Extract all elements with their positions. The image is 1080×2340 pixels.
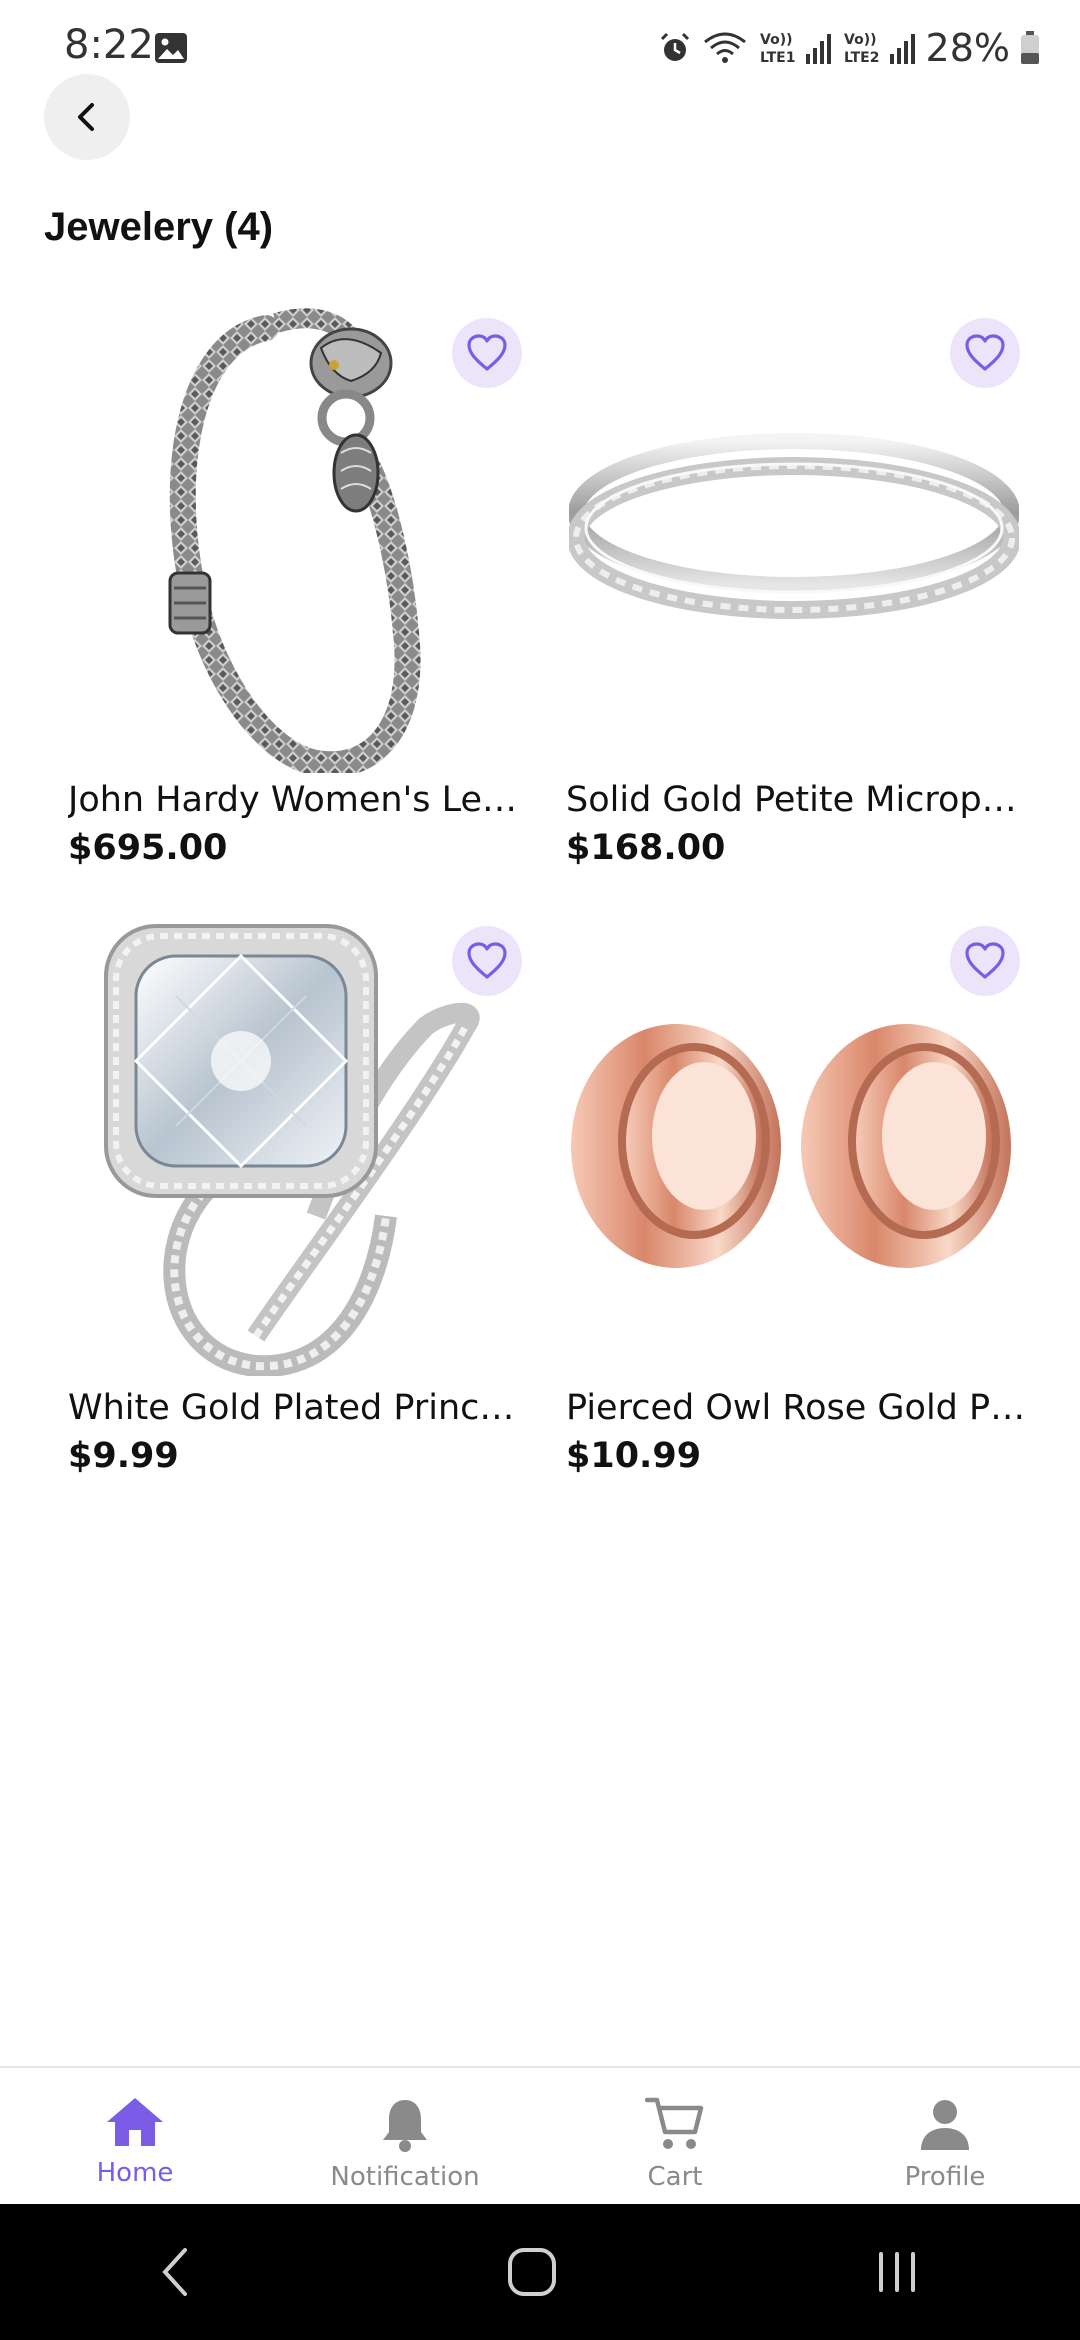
product-name[interactable]: White Gold Plated Princess	[68, 1388, 528, 1428]
alarm-icon	[660, 32, 689, 61]
nav-label-home: Home	[96, 2158, 174, 2188]
svg-text:Vo)): Vo))	[760, 32, 792, 48]
bell-icon	[383, 2100, 427, 2152]
home-icon	[107, 2098, 163, 2146]
heart-outline-icon	[965, 334, 1005, 371]
nav-item-cart[interactable]: Cart	[540, 2068, 810, 2204]
favorite-button[interactable]	[950, 318, 1020, 388]
status-time: 8:22	[64, 22, 154, 68]
product-price: $10.99	[566, 1436, 702, 1476]
person-icon	[921, 2100, 969, 2150]
product-name[interactable]: Pierced Owl Rose Gold Pla...	[566, 1388, 1026, 1428]
product-card[interactable]: Solid Gold Petite Micropave $168.00	[542, 300, 1026, 880]
product-price: $168.00	[566, 828, 726, 868]
product-card[interactable]: Pierced Owl Rose Gold Pla... $10.99	[542, 908, 1026, 1488]
volte2-signal-icon: Vo)) LTE2	[844, 32, 915, 66]
volte1-signal-icon: Vo)) LTE1	[760, 32, 831, 66]
nav-item-home[interactable]: Home	[0, 2068, 270, 2204]
nav-item-profile[interactable]: Profile	[810, 2068, 1080, 2204]
heart-outline-icon	[467, 334, 507, 371]
product-image[interactable]	[68, 300, 524, 775]
product-card[interactable]: White Gold Plated Princess $9.99	[44, 908, 528, 1488]
micropave-ring-image	[569, 432, 1019, 619]
silver-chain-bracelet-image	[168, 307, 421, 773]
image-icon	[155, 33, 187, 63]
product-name[interactable]: John Hardy Women's Lege...	[68, 780, 528, 820]
nav-label-notification: Notification	[330, 2162, 480, 2192]
favorite-button[interactable]	[950, 926, 1020, 996]
product-price: $695.00	[68, 828, 228, 868]
system-recents-icon[interactable]	[869, 2244, 925, 2300]
nav-label-profile: Profile	[904, 2162, 986, 2192]
product-image[interactable]	[68, 908, 524, 1383]
svg-text:Vo)): Vo))	[844, 32, 876, 48]
product-price: $9.99	[68, 1436, 179, 1476]
battery-percentage: 28%	[925, 26, 1010, 70]
heart-outline-icon	[467, 942, 507, 979]
favorite-button[interactable]	[452, 318, 522, 388]
wifi-icon	[703, 32, 746, 63]
nav-label-cart: Cart	[647, 2162, 703, 2192]
favorite-button[interactable]	[452, 926, 522, 996]
back-button[interactable]	[44, 74, 130, 160]
svg-text:LTE2: LTE2	[844, 50, 879, 66]
status-icons: Vo)) LTE1 Vo)) LTE2 28%	[658, 22, 1040, 74]
system-nav-bar	[0, 2204, 1080, 2340]
battery-icon	[1021, 31, 1039, 64]
svg-text:LTE1: LTE1	[760, 50, 795, 66]
chevron-left-icon	[78, 103, 94, 131]
product-image[interactable]	[566, 908, 1022, 1383]
princess-cut-ring-set-image	[104, 923, 480, 1376]
product-image[interactable]	[566, 300, 1022, 775]
system-home-icon[interactable]	[504, 2244, 560, 2300]
heart-outline-icon	[965, 942, 1005, 979]
status-bar: 8:22 Vo)) LTE1 Vo)) LTE2 28%	[0, 0, 1080, 96]
rose-gold-tunnel-plugs-image	[571, 1023, 1011, 1268]
product-name[interactable]: Solid Gold Petite Micropave	[566, 780, 1026, 820]
cart-icon	[645, 2097, 704, 2149]
product-card[interactable]: John Hardy Women's Lege... $695.00	[44, 300, 528, 880]
nav-item-notification[interactable]: Notification	[270, 2068, 540, 2204]
bottom-nav: Home Notification Cart Profile	[0, 2066, 1080, 2204]
system-back-icon[interactable]	[155, 2244, 195, 2300]
page-title: Jewelery (4)	[44, 205, 274, 249]
